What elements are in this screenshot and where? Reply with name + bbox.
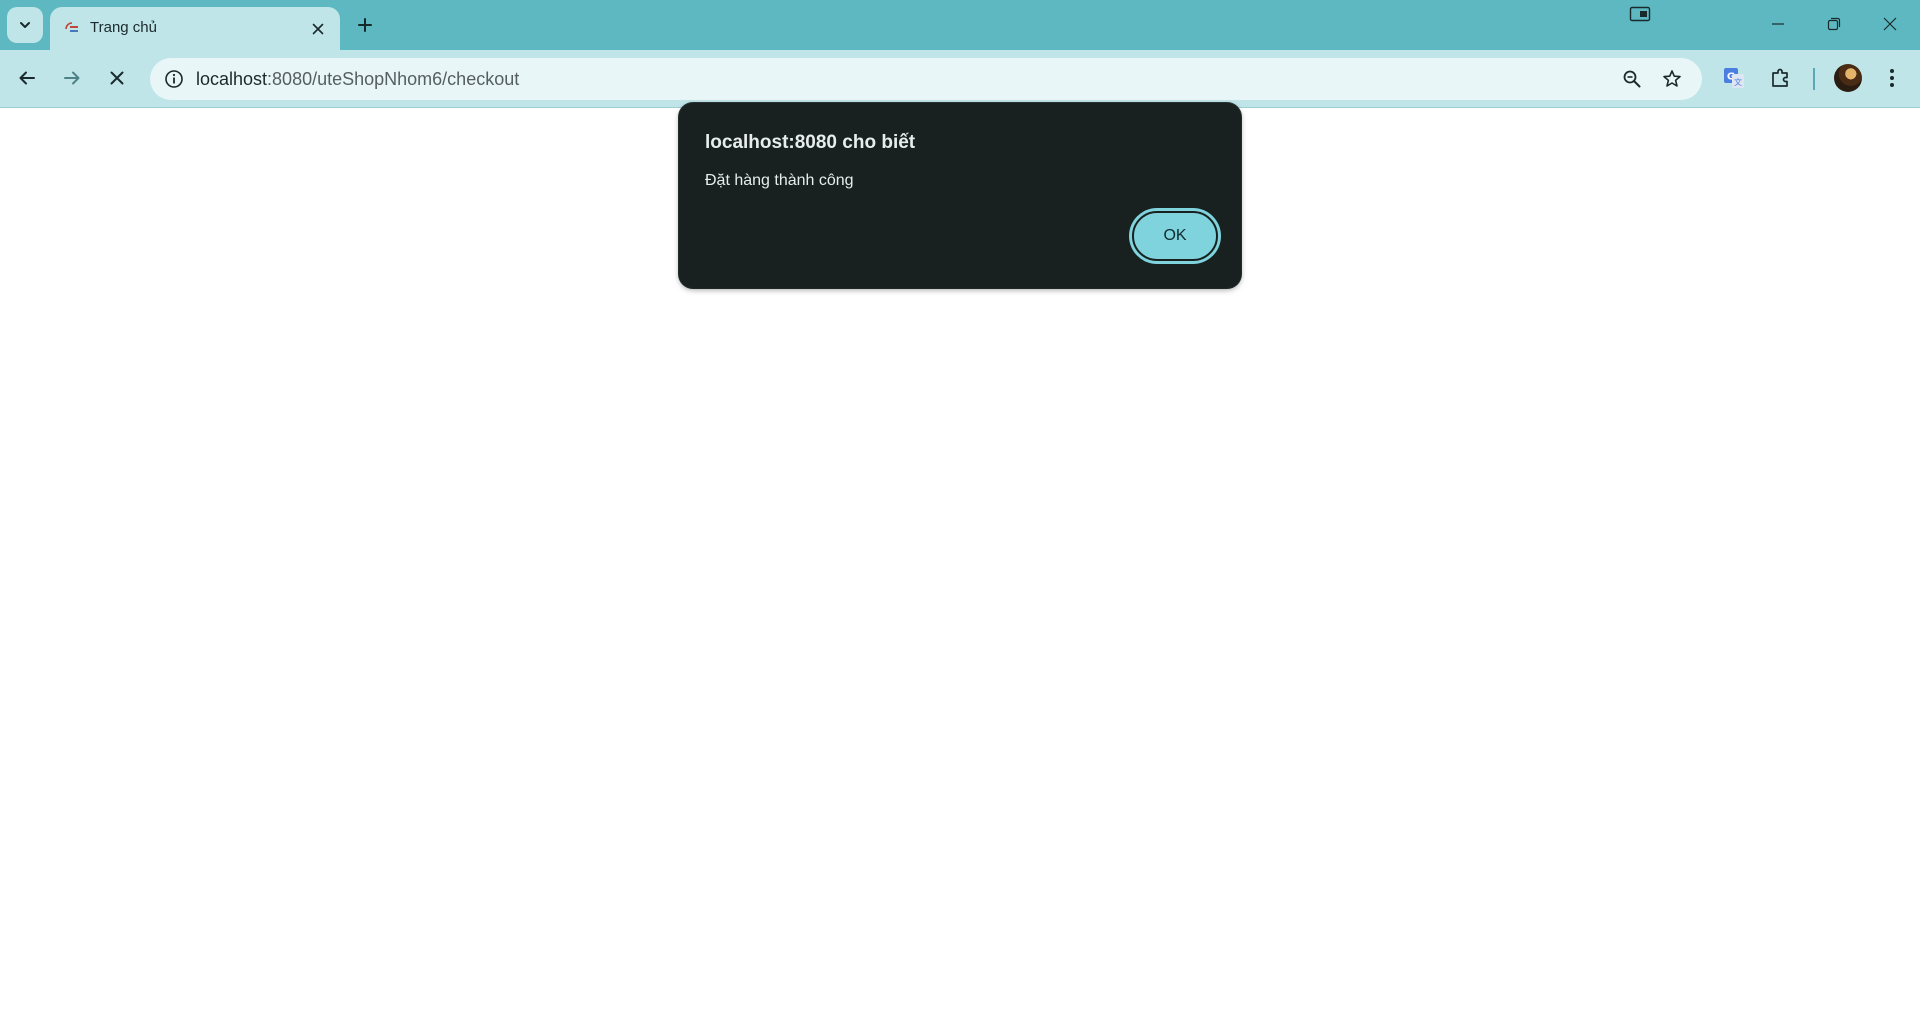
minimize-icon xyxy=(1771,17,1785,31)
toolbar: localhost:8080/uteShopNhom6/checkout G 文 xyxy=(0,50,1920,108)
restore-icon xyxy=(1827,17,1841,31)
tab-active[interactable]: Trang chủ xyxy=(50,7,340,50)
extensions-button[interactable] xyxy=(1763,60,1799,96)
ok-button[interactable]: OK xyxy=(1132,211,1218,261)
svg-text:文: 文 xyxy=(1734,77,1742,87)
plus-icon xyxy=(357,17,373,33)
alert-dialog: localhost:8080 cho biết Đặt hàng thành c… xyxy=(679,103,1241,288)
close-icon xyxy=(1883,17,1897,31)
dialog-message: Đặt hàng thành công xyxy=(705,172,854,189)
menu-button[interactable] xyxy=(1874,60,1910,96)
minimize-button[interactable] xyxy=(1750,0,1806,48)
arrow-right-icon xyxy=(63,69,81,87)
tab-strip: Trang chủ xyxy=(0,0,1920,50)
toolbar-divider xyxy=(1813,68,1815,90)
translate-button[interactable]: G 文 xyxy=(1716,60,1752,96)
address-bar[interactable]: localhost:8080/uteShopNhom6/checkout xyxy=(150,58,1702,100)
profile-avatar[interactable] xyxy=(1834,64,1862,92)
new-tab-button[interactable] xyxy=(350,7,380,43)
close-icon xyxy=(110,71,124,85)
tab-title: Trang chủ xyxy=(90,19,157,36)
zoom-out-icon[interactable] xyxy=(1618,65,1646,93)
kebab-menu-icon xyxy=(1889,68,1895,88)
chevron-down-icon xyxy=(18,18,32,32)
screen-share-icon[interactable] xyxy=(1628,5,1652,23)
url-text[interactable]: localhost:8080/uteShopNhom6/checkout xyxy=(196,69,519,90)
tab-search-button[interactable] xyxy=(7,7,43,43)
stop-loading-button[interactable] xyxy=(99,60,135,96)
star-icon[interactable] xyxy=(1658,65,1686,93)
url-path: :8080/uteShopNhom6/checkout xyxy=(267,69,520,89)
dialog-title: localhost:8080 cho biết xyxy=(705,132,916,153)
info-icon[interactable] xyxy=(160,65,188,93)
arrow-left-icon xyxy=(18,69,36,87)
favicon-icon xyxy=(64,21,80,37)
puzzle-icon xyxy=(1770,67,1792,89)
close-window-button[interactable] xyxy=(1862,0,1918,48)
close-icon[interactable] xyxy=(306,17,330,41)
back-button[interactable] xyxy=(9,60,45,96)
forward-button[interactable] xyxy=(54,60,90,96)
restore-button[interactable] xyxy=(1806,0,1862,48)
url-host: localhost xyxy=(196,69,268,89)
google-translate-icon: G 文 xyxy=(1723,67,1745,89)
